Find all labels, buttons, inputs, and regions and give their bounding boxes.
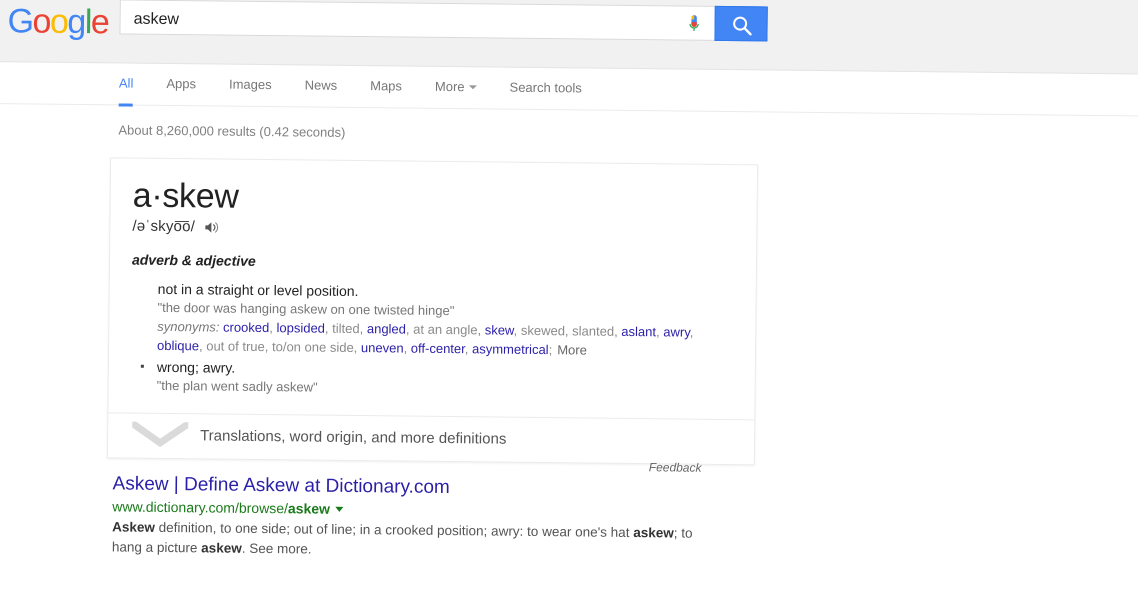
synonym-skewed: skewed — [520, 322, 566, 339]
synonym-skew[interactable]: skew — [485, 323, 514, 338]
chevron-down-icon — [468, 85, 477, 90]
search-result: Askew | Define Askew at Dictionary.com w… — [112, 472, 753, 563]
synonym-off-center[interactable]: off-center — [411, 341, 465, 357]
logo-letter-1: o — [32, 2, 51, 41]
nav-tab-list: All Apps Images News Maps More Search tools — [118, 64, 615, 111]
search-form — [119, 0, 768, 44]
synonym-asymmetrical[interactable]: asymmetrical — [472, 341, 549, 357]
snippet-text: definition, to one side; out of line; in… — [154, 519, 634, 540]
sense-list: not in a straight or level position. "the… — [131, 280, 734, 401]
nav-tab-label: Search tools — [509, 79, 582, 96]
result-snippet: Askew definition, to one side; out of li… — [112, 517, 712, 563]
nav-tab-label: Apps — [166, 75, 197, 92]
synonym-uneven[interactable]: uneven — [361, 340, 404, 355]
chevron-down-icon — [129, 419, 192, 454]
synonyms-label: synonyms: — [157, 319, 224, 335]
synonym-crooked[interactable]: crooked — [223, 320, 269, 335]
askew-rotated-page: Google askew All Apps Images News Maps M… — [0, 0, 1138, 607]
nav-tab-apps[interactable]: Apps — [166, 65, 196, 104]
feedback-link[interactable]: Feedback — [649, 460, 702, 475]
dictionary-card: a·skew /əˈskyo͞o/ adverb & adjective not… — [106, 157, 759, 466]
headword: a·skew — [132, 176, 239, 216]
result-url-plain: www.dictionary.com/browse/ — [112, 498, 289, 517]
nav-tab-all[interactable]: All — [118, 64, 134, 107]
snippet-highlight: askew — [201, 539, 242, 556]
synonym-at-an-angle: at an angle — [413, 321, 478, 338]
nav-tab-label: All — [118, 75, 134, 91]
synonym-out-of-true: out of true — [206, 338, 265, 355]
phonetic-spelling: /əˈskyo͞o/ — [132, 217, 196, 236]
synonym-awry[interactable]: awry — [663, 325, 690, 340]
synonym-separator: ; — [548, 342, 553, 358]
synonyms-block: synonyms: crooked, lopsided, tilted, ang… — [157, 318, 733, 362]
logo-letter-2: o — [49, 2, 68, 41]
nav-tab-label: Maps — [370, 78, 403, 94]
logo-letter-3: g — [67, 2, 86, 42]
sense-item: not in a straight or level position. "the… — [131, 280, 734, 362]
expand-definitions-label: Translations, word origin, and more defi… — [200, 427, 507, 448]
synonym-angled[interactable]: angled — [367, 321, 406, 336]
search-header: Google — [0, 0, 1138, 75]
snippet-text: . See more. — [241, 540, 312, 557]
synonym-lopsided[interactable]: lopsided — [276, 320, 325, 336]
nav-tab-label: More — [434, 78, 465, 95]
search-icon — [733, 16, 752, 36]
microphone-icon[interactable] — [687, 15, 700, 35]
synonyms-more-link[interactable]: More — [557, 342, 587, 357]
nav-tab-maps[interactable]: Maps — [370, 67, 402, 106]
nav-tab-more[interactable]: More — [435, 68, 477, 107]
part-of-speech: adverb & adjective — [131, 251, 256, 270]
expand-definitions-row[interactable]: Translations, word origin, and more defi… — [107, 412, 755, 465]
snippet-highlight: Askew — [112, 519, 155, 535]
logo-letter-5: e — [90, 3, 109, 42]
nav-tab-search-tools[interactable]: Search tools — [509, 69, 582, 109]
synonym-separator: , — [689, 324, 694, 340]
synonym-to-on-one-side: to/on one side — [271, 339, 354, 356]
chevron-down-icon[interactable] — [334, 506, 343, 512]
result-title-link[interactable]: Askew | Define Askew at Dictionary.com — [112, 472, 449, 499]
search-input[interactable] — [131, 0, 656, 44]
synonym-tilted: tilted — [332, 320, 360, 337]
speaker-icon[interactable] — [204, 220, 219, 234]
logo-letter-0: G — [7, 2, 33, 41]
bullet-icon — [140, 364, 144, 368]
dictionary-body: a·skew /əˈskyo͞o/ adverb & adjective not… — [108, 158, 757, 419]
nav-tab-label: Images — [228, 76, 272, 93]
google-logo[interactable]: Google — [7, 2, 109, 42]
synonym-oblique[interactable]: oblique — [157, 338, 199, 353]
synonym-aslant[interactable]: aslant — [621, 324, 656, 339]
nav-tab-news[interactable]: News — [304, 66, 338, 105]
snippet-highlight: askew — [633, 524, 674, 541]
sense-item: wrong; awry. "the plan went sadly askew" — [131, 357, 733, 401]
result-url-bold: askew — [287, 500, 331, 517]
result-stats: About 8,260,000 results (0.42 seconds) — [118, 122, 346, 140]
nav-tab-label: News — [304, 77, 338, 93]
search-box[interactable] — [119, 0, 715, 44]
search-button[interactable] — [714, 5, 768, 42]
synonym-slanted: slanted — [572, 323, 615, 339]
nav-tab-images[interactable]: Images — [229, 66, 272, 105]
